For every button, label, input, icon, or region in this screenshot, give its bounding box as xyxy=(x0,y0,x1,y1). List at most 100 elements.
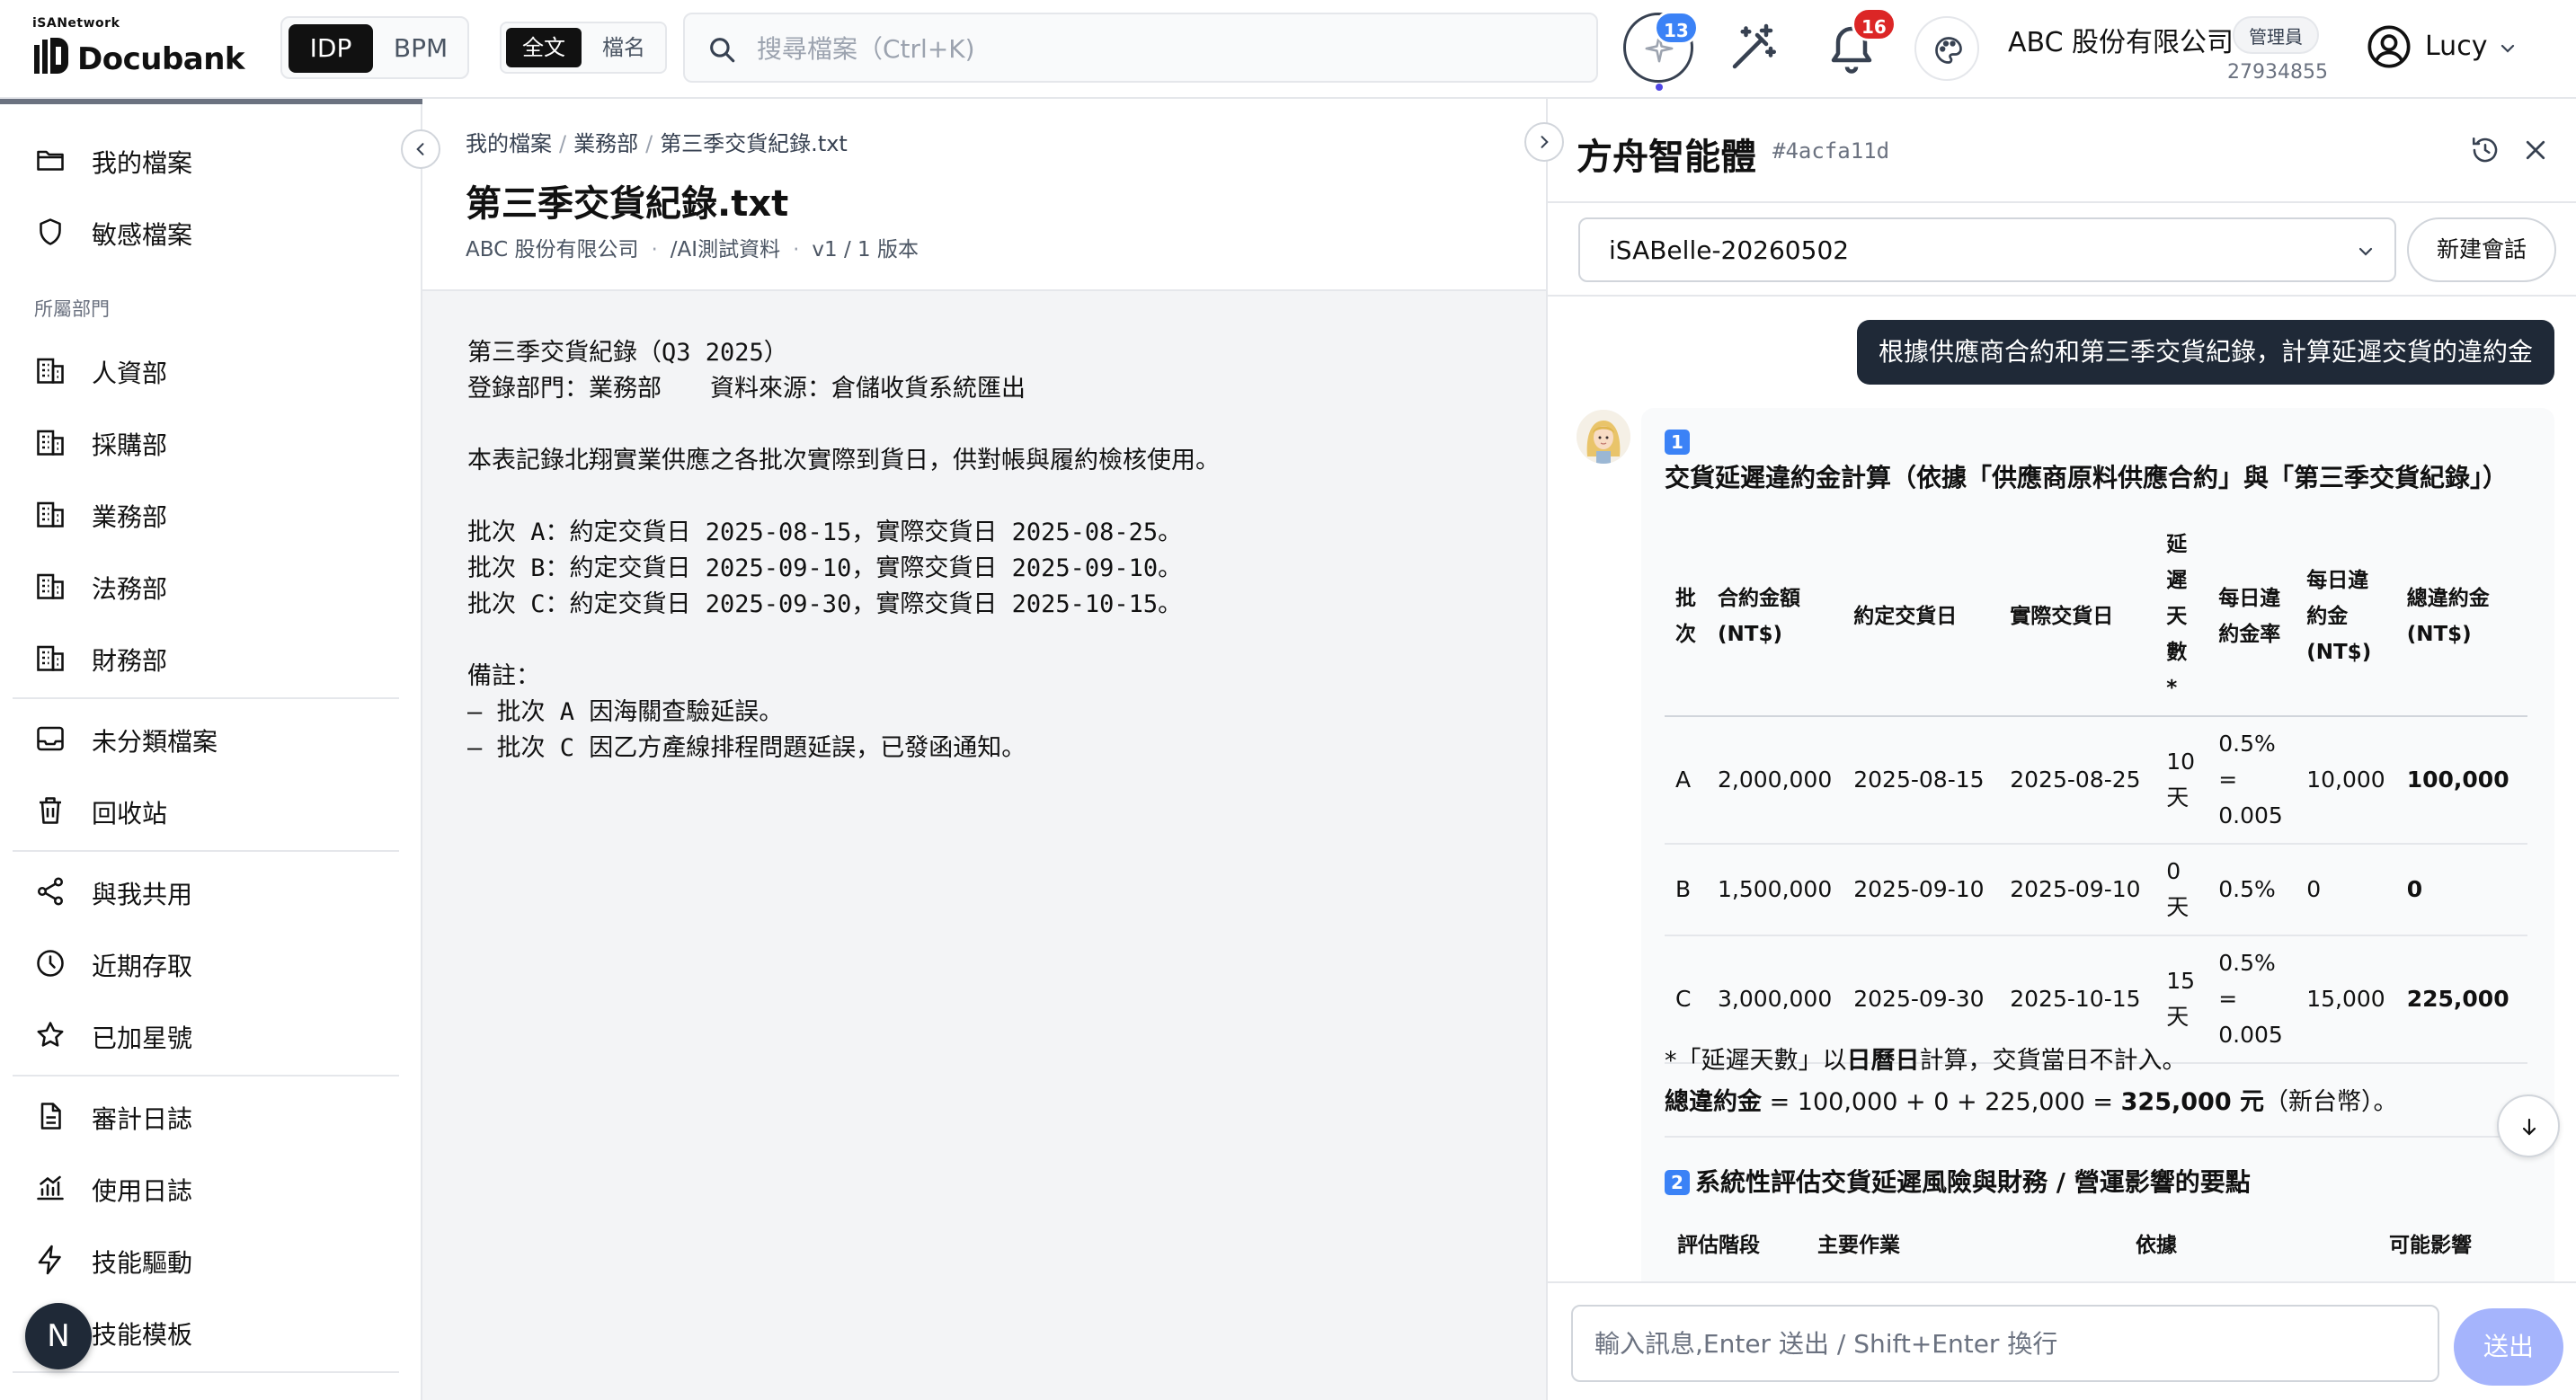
table-cell: 0.5% xyxy=(2207,844,2296,936)
document-line: 第三季交貨紀錄（Q3 2025） xyxy=(467,339,788,367)
app-logo[interactable]: iSANetwork Docubank xyxy=(32,16,245,83)
breadcrumb-item[interactable]: 我的檔案 xyxy=(466,131,552,156)
session-bar: iSABelle-20260502 新建會話 xyxy=(1548,203,2576,297)
total-label: 總違約金 xyxy=(1665,1088,1762,1116)
magic-wand-icon[interactable] xyxy=(1726,22,1780,75)
sidebar-item-recent[interactable]: 近期存取 xyxy=(13,933,399,994)
user-initial-avatar[interactable]: N xyxy=(25,1303,92,1369)
risk-th-task: 主要作業 xyxy=(1817,1234,1900,1257)
building-icon xyxy=(37,501,64,527)
meta-version[interactable]: v1 / 1 版本 xyxy=(812,238,919,261)
table-cell: 10 天 xyxy=(2155,716,2208,845)
sidebar-item-unclassified[interactable]: 未分類檔案 xyxy=(13,708,399,769)
table-cell: 2025-09-10 xyxy=(1843,844,2000,936)
document-line: 本表記錄北翔實業供應之各批次實際到貨日，供對帳與履約檢核使用。 xyxy=(467,447,1220,474)
user-name: Lucy xyxy=(2425,31,2488,62)
building-icon xyxy=(37,573,64,599)
sidebar-item-label: 法務部 xyxy=(92,574,168,604)
document-line: 批次 C：約定交貨日 2025-09-30，實際交貨日 2025-10-15。 xyxy=(467,590,1183,618)
meta-separator: · xyxy=(651,238,658,261)
sidebar-item-label: 敏感檔案 xyxy=(92,220,193,250)
sidebar-item-label: 回收站 xyxy=(92,799,168,828)
section-divider xyxy=(1665,1136,2527,1138)
chevron-left-icon xyxy=(416,143,424,155)
sidebar-item-label: 與我共用 xyxy=(92,880,193,909)
trash-icon xyxy=(40,797,61,824)
mode-toggle: IDP BPM xyxy=(280,16,469,79)
mode-bpm-button[interactable]: BPM xyxy=(378,24,464,73)
sidebar-item-dept-sales[interactable]: 業務部 xyxy=(13,483,399,545)
th-actual-date: 實際交貨日 xyxy=(1999,518,2156,717)
risk-th-stage: 評估階段 xyxy=(1677,1234,1760,1257)
total-penalty-line: 總違約金 = 100,000 + 0 + 225,000 = 325,000 元… xyxy=(1665,1082,2398,1117)
chart-icon xyxy=(37,1175,64,1201)
sidebar-item-skill-drivers[interactable]: 技能驅動 xyxy=(13,1229,399,1290)
sidebar-item-recycle-bin[interactable]: 回收站 xyxy=(13,780,399,841)
sidebar-item-starred[interactable]: 已加星號 xyxy=(13,1005,399,1066)
scope-filename-button[interactable]: 檔名 xyxy=(586,28,662,67)
sidebar-item-dept-finance[interactable]: 財務部 xyxy=(13,627,399,688)
building-icon xyxy=(37,358,64,384)
th-daily-penalty: 每日違約金 (NT$) xyxy=(2296,518,2396,717)
logo-subtitle: iSANetwork xyxy=(32,16,120,31)
sidebar-item-label: 技能驅動 xyxy=(92,1248,193,1278)
section-number-badge: 2 xyxy=(1665,1170,1690,1195)
table-cell: 10,000 xyxy=(2296,716,2396,845)
sidebar-item-label: 已加星號 xyxy=(92,1023,193,1053)
document-meta: ABC 股份有限公司 · /AI測試資料 · v1 / 1 版本 xyxy=(466,232,919,262)
sidebar-item-audit-log[interactable]: 審計日誌 xyxy=(13,1085,399,1147)
collapse-sidebar-button[interactable] xyxy=(401,129,440,169)
building-icon xyxy=(37,430,64,456)
message-composer: 送出 xyxy=(1548,1281,2576,1400)
sidebar-item-label: 近期存取 xyxy=(92,952,193,981)
docubank-logo-icon xyxy=(34,38,68,74)
organization-info[interactable]: ABC 股份有限公司 管理員 27934855 xyxy=(2008,16,2332,88)
scroll-to-bottom-button[interactable] xyxy=(2497,1094,2560,1157)
new-session-button[interactable]: 新建會話 xyxy=(2407,217,2556,282)
file-text-icon xyxy=(40,1103,61,1130)
user-menu[interactable]: Lucy xyxy=(2366,23,2554,74)
sidebar-item-dept-procurement[interactable]: 採購部 xyxy=(13,412,399,473)
document-title: 第三季交貨紀錄.txt xyxy=(466,183,789,225)
history-icon[interactable] xyxy=(2470,135,2500,165)
chat-messages: 根據供應商合約和第三季交貨紀錄，計算延遲交貨的違約金 1 交貨延遲違約金計算（依據… xyxy=(1548,297,2576,1281)
search-scope-toggle: 全文 檔名 xyxy=(500,22,667,74)
send-button[interactable]: 送出 xyxy=(2454,1308,2563,1386)
section-1-title-text: 交貨延遲違約金計算（依據「供應商原料供應合約」與「第三季交貨紀錄」） xyxy=(1665,463,2509,492)
palette-icon xyxy=(1935,37,1962,64)
document-line: 備註： xyxy=(467,662,540,690)
document-line: — 批次 C 因乙方產線排程問題延誤，已發函通知。 xyxy=(467,734,1026,762)
sidebar-item-my-files[interactable]: 我的檔案 xyxy=(13,129,399,191)
table-cell: 2,000,000 xyxy=(1707,716,1843,845)
breadcrumb-separator: / xyxy=(645,131,653,156)
ai-count-badge: 13 xyxy=(1654,11,1699,45)
close-icon[interactable] xyxy=(2522,137,2549,164)
sidebar-item-label: 財務部 xyxy=(92,646,168,676)
total-value: 325,000 xyxy=(2120,1088,2232,1116)
session-select[interactable]: iSABelle-20260502 xyxy=(1578,217,2396,282)
search-input[interactable] xyxy=(757,27,1566,70)
message-input[interactable] xyxy=(1571,1305,2439,1382)
sidebar-item-shared-with-me[interactable]: 與我共用 xyxy=(13,861,399,922)
sidebar-item-dept-hr[interactable]: 人資部 xyxy=(13,340,399,401)
document-line: 批次 A：約定交貨日 2025-08-15，實際交貨日 2025-08-25。 xyxy=(467,518,1183,546)
footnote-text: *「延遲天數」以 xyxy=(1665,1047,1847,1075)
penalty-table: 批次 合約金額 (NT$) 約定交貨日 實際交貨日 延遲天數* 每日違約金率 每… xyxy=(1665,518,2527,1064)
sidebar-item-dept-legal[interactable]: 法務部 xyxy=(13,555,399,616)
table-cell: B xyxy=(1665,844,1707,936)
total-note: （新台幣）。 xyxy=(2264,1088,2398,1116)
table-cell: 0 天 xyxy=(2155,844,2208,936)
collapse-document-button[interactable] xyxy=(1524,122,1564,162)
ai-active-dot xyxy=(1656,84,1663,91)
sidebar-item-sensitive-files[interactable]: 敏感檔案 xyxy=(13,201,399,262)
scope-fulltext-button[interactable]: 全文 xyxy=(506,28,582,67)
theme-button[interactable] xyxy=(1914,16,1979,81)
folder-icon xyxy=(37,150,64,171)
meta-path[interactable]: /AI測試資料 xyxy=(671,238,780,261)
building-icon xyxy=(37,645,64,671)
sidebar-item-usage-log[interactable]: 使用日誌 xyxy=(13,1157,399,1218)
breadcrumb-item[interactable]: 業務部 xyxy=(573,131,638,156)
meta-separator: · xyxy=(793,238,800,261)
sidebar: 我的檔案 敏感檔案 所屬部門 人資部 採購部 業務部 法務部 財務部 未分類檔案… xyxy=(0,99,422,1400)
mode-idp-button[interactable]: IDP xyxy=(289,24,373,73)
